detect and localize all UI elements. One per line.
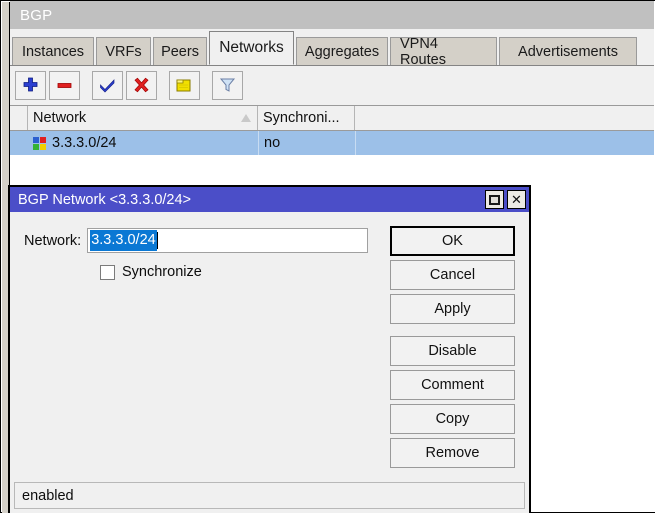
table-header-synchronize-label: Synchroni... — [263, 110, 340, 126]
disable-button[interactable]: Disable — [390, 336, 515, 366]
add-button[interactable] — [15, 71, 46, 100]
table-header-filler[interactable] — [355, 106, 654, 130]
synchronize-label: Synchronize — [122, 264, 202, 280]
dialog-status-text: enabled — [22, 488, 74, 504]
table-cell-network[interactable]: 3.3.3.0/24 — [28, 131, 258, 155]
networks-table: Network Synchroni... 3.3.3.0/24 no — [10, 105, 654, 183]
dialog-button-label: Disable — [428, 343, 476, 359]
tab-instances[interactable]: Instances — [12, 37, 94, 65]
table-cell-synchronize-value: no — [264, 135, 280, 151]
dialog-button-label: Cancel — [430, 267, 475, 283]
cancel-button[interactable]: Cancel — [390, 260, 515, 290]
table-row[interactable]: 3.3.3.0/24 no — [10, 131, 654, 155]
check-icon — [99, 77, 116, 94]
dialog-button-label: Copy — [436, 411, 470, 427]
table-cell-synchronize[interactable]: no — [258, 131, 355, 155]
minus-icon — [56, 77, 73, 94]
table-header-row: Network Synchroni... — [10, 106, 654, 131]
apply-button[interactable]: Apply — [390, 294, 515, 324]
window-titlebar: BGP — [10, 1, 654, 29]
dialog-button-column: OK Cancel Apply Disable Comment Copy Remove — [390, 226, 515, 472]
tab-label: Instances — [22, 44, 84, 60]
dialog-button-label: Comment — [421, 377, 484, 393]
sort-ascending-icon — [241, 114, 251, 122]
tab-networks[interactable]: Networks — [209, 31, 294, 65]
tab-label: Networks — [219, 39, 284, 57]
dialog-button-label: Apply — [434, 301, 470, 317]
restore-icon — [489, 195, 500, 205]
text-caret — [157, 232, 158, 249]
tab-label: Aggregates — [305, 44, 379, 60]
disable-button[interactable] — [126, 71, 157, 100]
tab-label: Advertisements — [518, 44, 618, 60]
network-status-icon — [33, 137, 46, 150]
dialog-button-label: Remove — [426, 445, 480, 461]
network-input-value: 3.3.3.0/24 — [90, 230, 157, 251]
tab-label: Peers — [161, 44, 199, 60]
toolbar — [10, 66, 654, 105]
table-header-network[interactable]: Network — [28, 106, 258, 130]
network-input[interactable]: 3.3.3.0/24 — [87, 228, 368, 253]
app-root: BGP Instances VRFs Peers Networks Aggregates… — [0, 0, 655, 513]
window-title: BGP — [20, 7, 52, 24]
close-button[interactable]: ✕ — [507, 190, 526, 209]
table-header-synchronize[interactable]: Synchroni... — [258, 106, 355, 130]
dialog-body: Network: 3.3.3.0/24 Synchronize OK Cancel… — [10, 212, 529, 481]
cross-icon — [133, 77, 150, 94]
filter-button[interactable] — [212, 71, 243, 100]
close-icon: ✕ — [511, 192, 522, 208]
tab-advertisements[interactable]: Advertisements — [499, 37, 637, 65]
table-cell-filler[interactable] — [355, 131, 654, 155]
funnel-icon — [219, 77, 236, 94]
bgp-network-dialog: BGP Network <3.3.3.0/24> ✕ Network: 3.3.… — [8, 185, 531, 513]
remove-button[interactable] — [49, 71, 80, 100]
dialog-title: BGP Network <3.3.3.0/24> — [18, 192, 485, 208]
dialog-titlebar[interactable]: BGP Network <3.3.3.0/24> ✕ — [10, 187, 529, 212]
tab-vpn4-routes[interactable]: VPN4 Routes — [390, 37, 497, 65]
comment-button[interactable] — [169, 71, 200, 100]
table-cell-network-value: 3.3.3.0/24 — [52, 135, 117, 151]
tab-strip: Instances VRFs Peers Networks Aggregates VPN4… — [10, 29, 654, 66]
tab-peers[interactable]: Peers — [153, 37, 207, 65]
ok-button[interactable]: OK — [390, 226, 515, 256]
table-header-gutter — [10, 106, 28, 130]
network-field-label: Network: — [24, 233, 81, 249]
tab-aggregates[interactable]: Aggregates — [296, 37, 388, 65]
plus-icon — [22, 77, 39, 94]
dialog-button-label: OK — [442, 233, 463, 249]
tab-label: VPN4 Routes — [400, 36, 487, 68]
copy-button[interactable]: Copy — [390, 404, 515, 434]
note-icon — [175, 77, 194, 94]
dialog-statusbar: enabled — [14, 482, 525, 509]
enable-button[interactable] — [92, 71, 123, 100]
synchronize-checkbox[interactable] — [100, 265, 115, 280]
remove-button[interactable]: Remove — [390, 438, 515, 468]
restore-button[interactable] — [485, 190, 504, 209]
synchronize-checkbox-row[interactable]: Synchronize — [100, 264, 202, 280]
comment-button[interactable]: Comment — [390, 370, 515, 400]
table-header-network-label: Network — [33, 110, 86, 126]
tab-label: VRFs — [105, 44, 141, 60]
tab-vrfs[interactable]: VRFs — [96, 37, 151, 65]
network-field-row: Network: 3.3.3.0/24 — [24, 228, 384, 253]
